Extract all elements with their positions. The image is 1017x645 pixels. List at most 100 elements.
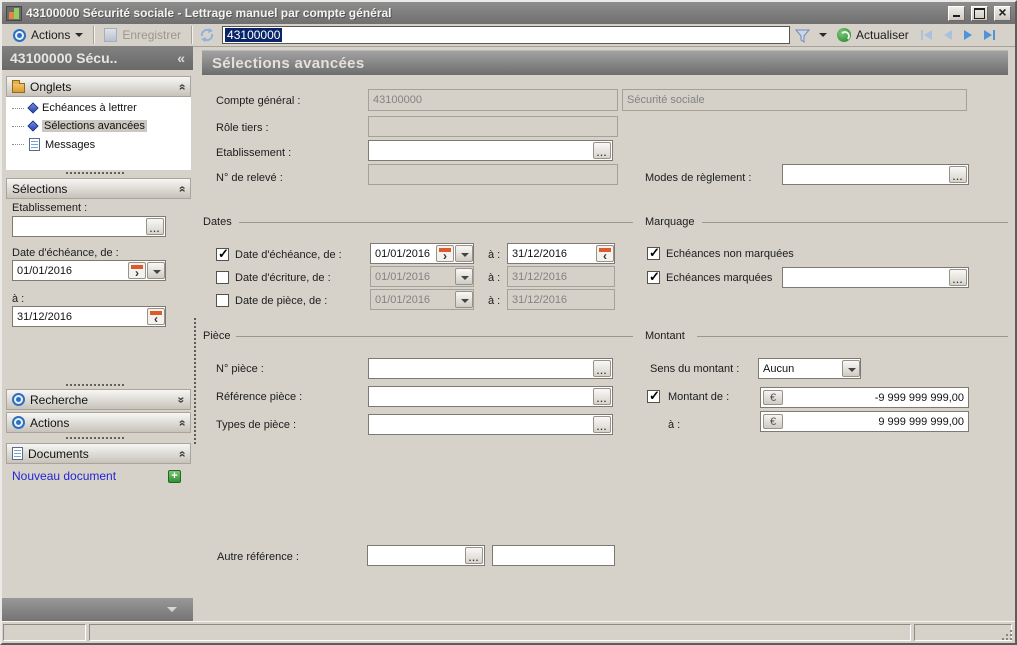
filter-dropdown-caret[interactable] — [819, 33, 827, 37]
date-echeance-from-field[interactable]: 01/01/2016 — [370, 243, 474, 264]
chevron-up-icon[interactable] — [178, 447, 185, 461]
document-icon — [29, 138, 40, 151]
calendar-back-icon[interactable] — [596, 245, 614, 262]
autre-reference-secondary-field[interactable] — [492, 545, 615, 566]
calendar-back-icon[interactable] — [147, 308, 165, 325]
status-cell-left — [3, 624, 86, 641]
echeances-marquees-field[interactable] — [782, 267, 969, 288]
actions-menu-label: Actions — [31, 28, 70, 42]
types-piece-field[interactable] — [368, 414, 613, 435]
sidebar-bottom-bar[interactable] — [2, 598, 193, 621]
montant-group-title: Montant — [645, 330, 685, 342]
nav-next-button[interactable] — [958, 26, 978, 44]
autre-reference-field[interactable] — [367, 545, 485, 566]
browse-button[interactable] — [593, 142, 611, 159]
date-piece-checkbox[interactable] — [216, 294, 229, 307]
echeances-non-marquees-label: Echéances non marquées — [666, 248, 794, 260]
npiece-field[interactable] — [368, 358, 613, 379]
browse-button[interactable] — [593, 388, 611, 405]
browse-button[interactable] — [949, 269, 967, 286]
montant-de-checkbox[interactable] — [647, 390, 660, 403]
page-title: Sélections avancées — [212, 55, 364, 72]
documents-section-header[interactable]: Documents — [6, 443, 191, 464]
date-dropdown-button[interactable] — [455, 245, 473, 262]
resize-grip[interactable] — [1000, 628, 1013, 641]
actions-menu-button[interactable]: Actions — [7, 25, 89, 45]
maximize-button[interactable] — [971, 6, 988, 21]
selections-section-header[interactable]: Sélections — [6, 178, 191, 199]
account-search-input[interactable]: 43100000 — [222, 26, 790, 44]
montant-de-field[interactable]: € -9 999 999 999,00 — [760, 387, 969, 408]
status-cell-right — [914, 624, 1012, 641]
nav-previous-button[interactable] — [938, 26, 958, 44]
date-ecriture-checkbox[interactable] — [216, 271, 229, 284]
browse-button[interactable] — [593, 416, 611, 433]
dropdown-button[interactable] — [842, 360, 860, 377]
reference-piece-field[interactable] — [368, 386, 613, 407]
sync-icon[interactable] — [196, 27, 218, 43]
refresh-button[interactable]: Actualiser — [831, 25, 915, 45]
add-document-button[interactable] — [168, 470, 181, 483]
montant-de-label: Montant de : — [668, 391, 729, 403]
marquage-group-title: Marquage — [645, 216, 695, 228]
browse-button[interactable] — [949, 166, 967, 183]
date-echeance-checkbox[interactable] — [216, 248, 229, 261]
calendar-forward-icon[interactable] — [436, 245, 454, 262]
diamond-icon — [27, 120, 38, 131]
sidebar-etablissement-field[interactable] — [12, 216, 166, 237]
date-piece-from-value: 01/01/2016 — [375, 294, 430, 306]
actions-section-header[interactable]: Actions — [6, 412, 191, 433]
tree-item-label: Messages — [45, 139, 95, 151]
echeances-marquees-checkbox[interactable] — [647, 271, 660, 284]
sidebar-date-from-label: Date d'échéance, de : — [12, 247, 119, 259]
sidebar-item-selections-avancees[interactable]: Sélections avancées — [12, 120, 147, 132]
sidebar-item-echeances-a-lettrer[interactable]: Echéances à lettrer — [12, 102, 137, 114]
calendar-forward-icon[interactable] — [128, 262, 146, 279]
date-dropdown-button[interactable] — [455, 291, 473, 308]
toolbar-separator — [191, 26, 192, 44]
funnel-icon — [795, 28, 810, 43]
onglets-section-header[interactable]: Onglets — [6, 76, 191, 97]
chevron-up-icon[interactable] — [178, 182, 185, 196]
sidebar-item-messages[interactable]: Messages — [12, 138, 95, 151]
dotted-separator — [66, 437, 124, 439]
montant-group-line — [697, 336, 1008, 337]
chevron-up-icon[interactable] — [178, 80, 185, 94]
sidebar-date-from-field[interactable]: 01/01/2016 — [12, 260, 166, 281]
new-document-link[interactable]: Nouveau document — [12, 469, 116, 483]
date-echeance-to-field[interactable]: 31/12/2016 — [507, 243, 615, 264]
etablissement-field[interactable] — [368, 140, 613, 161]
date-dropdown-button[interactable] — [455, 268, 473, 285]
sidebar-date-to-field[interactable]: 31/12/2016 — [12, 306, 166, 327]
echeances-non-marquees-checkbox[interactable] — [647, 247, 660, 260]
nav-last-button[interactable] — [978, 26, 1001, 44]
target-icon — [12, 393, 25, 406]
minimize-button[interactable] — [948, 6, 965, 21]
reference-piece-label: Référence pièce : — [216, 391, 302, 403]
chevron-down-icon[interactable] — [178, 393, 185, 407]
types-piece-label: Types de pièce : — [216, 419, 296, 431]
date-dropdown-button[interactable] — [147, 262, 165, 279]
marquage-group-line — [702, 222, 1008, 223]
browse-button[interactable] — [146, 218, 164, 235]
euro-currency-button[interactable]: € — [763, 390, 783, 405]
save-button[interactable]: Enregistrer — [98, 25, 187, 45]
save-icon — [104, 28, 117, 42]
euro-currency-button[interactable]: € — [763, 414, 783, 429]
sidebar-collapse-button[interactable]: « — [177, 50, 185, 66]
filter-button[interactable] — [790, 28, 815, 43]
panel-splitter[interactable] — [194, 318, 196, 444]
chevron-up-icon[interactable] — [178, 416, 185, 430]
chevron-down-icon — [75, 33, 83, 37]
close-button[interactable] — [994, 6, 1011, 21]
sens-montant-dropdown[interactable]: Aucun — [758, 358, 861, 379]
documents-section-title: Documents — [28, 447, 89, 461]
recherche-section-header[interactable]: Recherche — [6, 389, 191, 410]
modes-reglement-label: Modes de règlement : — [645, 172, 751, 184]
montant-a-field[interactable]: € 9 999 999 999,00 — [760, 411, 969, 432]
browse-button[interactable] — [465, 547, 483, 564]
browse-button[interactable] — [593, 360, 611, 377]
modes-reglement-field[interactable] — [782, 164, 969, 185]
nav-first-button[interactable] — [915, 26, 938, 44]
date-piece-from-field: 01/01/2016 — [370, 289, 474, 310]
